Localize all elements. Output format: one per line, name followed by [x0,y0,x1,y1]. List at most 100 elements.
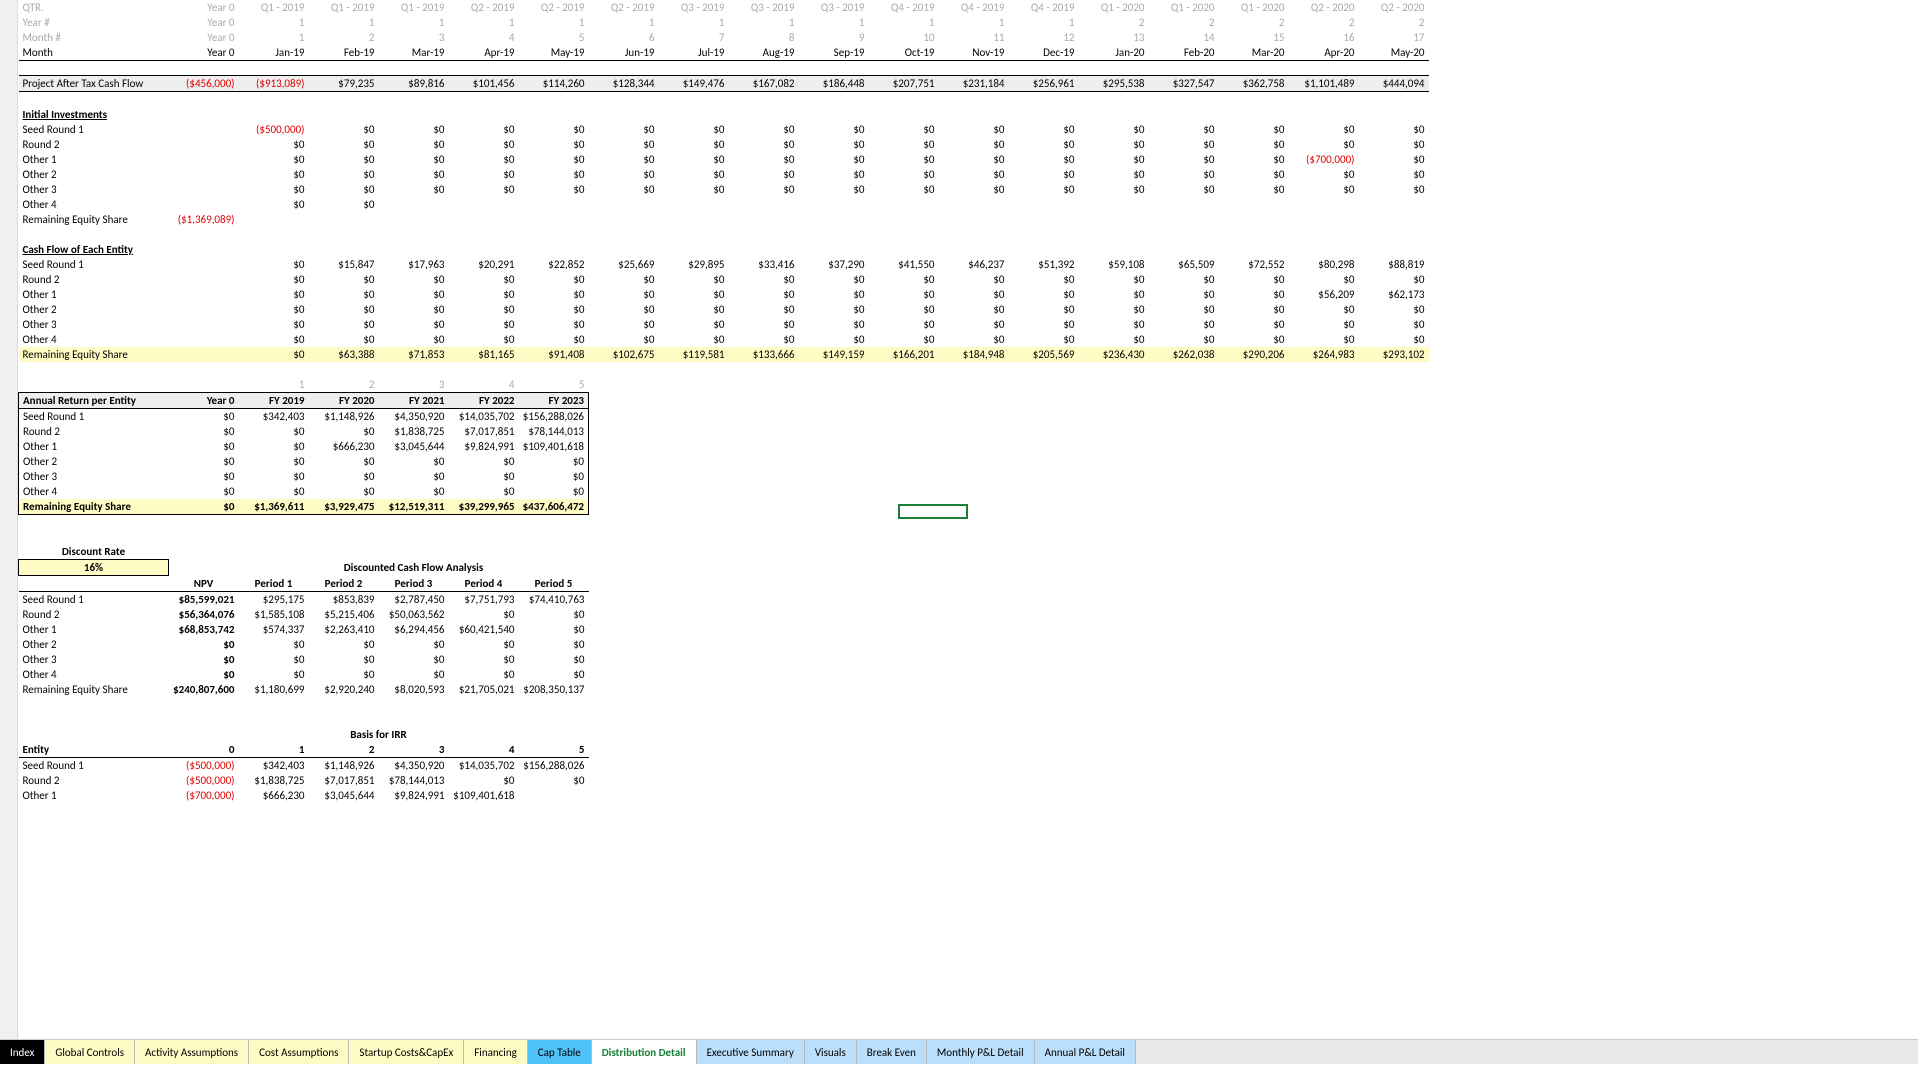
cell[interactable]: $0 [1079,272,1149,287]
cell[interactable]: $0 [1219,332,1289,347]
annual-value[interactable]: $0 [449,454,519,469]
annual-value[interactable]: $0 [449,484,519,499]
dcf-header[interactable]: Period 2 [309,576,379,592]
cell[interactable]: $0 [449,182,519,197]
dcf-value[interactable]: $0 [309,637,379,652]
cell[interactable]: $0 [309,317,379,332]
patcf-value[interactable]: $186,448 [799,76,869,92]
cell[interactable]: $0 [729,182,799,197]
dcf-header[interactable]: NPV [169,576,239,592]
annual-value[interactable]: $109,401,618 [519,439,589,454]
header-monthnum[interactable]: 17 [1359,30,1429,45]
annual-header[interactable]: FY 2019 [239,392,309,408]
dcf-value[interactable]: $0 [379,667,449,682]
cell[interactable]: $62,173 [1359,287,1429,302]
cell[interactable]: $0 [1219,152,1289,167]
remaining-value[interactable]: $0 [239,347,309,362]
cell[interactable]: $0 [519,182,589,197]
cell[interactable]: $0 [589,152,659,167]
sheet-tab-activity-assumptions[interactable]: Activity Assumptions [135,1040,249,1064]
patcf-value[interactable]: $101,456 [449,76,519,92]
annual-value[interactable]: $0 [239,439,309,454]
dcf-value[interactable]: $0 [519,607,589,622]
cell[interactable]: $0 [1359,137,1429,152]
header-year[interactable]: 2 [1079,15,1149,30]
cell[interactable]: $0 [799,272,869,287]
sheet-tab-cost-assumptions[interactable]: Cost Assumptions [249,1040,349,1064]
cell[interactable]: $0 [869,122,939,137]
dcf-header[interactable]: Period 4 [449,576,519,592]
dcf-value[interactable]: $0 [519,652,589,667]
cell[interactable] [519,197,589,212]
header-year[interactable]: 1 [939,15,1009,30]
header-monthnum[interactable]: Month # [19,30,169,45]
cell[interactable]: $0 [1149,272,1219,287]
cell[interactable]: $0 [659,167,729,182]
irr-header[interactable]: 4 [449,742,519,758]
cell[interactable]: $0 [939,317,1009,332]
cell[interactable]: $0 [449,317,519,332]
remaining-value[interactable]: $262,038 [1149,347,1219,362]
cell[interactable]: $0 [1079,332,1149,347]
cell[interactable]: $0 [1289,302,1359,317]
annual-value[interactable]: $0 [309,424,379,439]
cell[interactable]: $0 [1009,152,1079,167]
cell[interactable]: $0 [239,152,309,167]
patcf-value[interactable]: $444,094 [1359,76,1429,92]
sheet-tab-visuals[interactable]: Visuals [805,1040,857,1064]
cell[interactable]: $0 [309,122,379,137]
cell[interactable]: $0 [1219,182,1289,197]
remaining-value[interactable] [169,347,239,362]
header-qtr[interactable]: Q1 - 2020 [1079,0,1149,15]
remaining-value[interactable]: $264,983 [1289,347,1359,362]
dcf-value[interactable]: $85,599,021 [169,591,239,607]
header-qtr[interactable]: Q4 - 2019 [869,0,939,15]
cell[interactable]: ($700,000) [1289,152,1359,167]
cell[interactable]: $0 [799,167,869,182]
dcf-value[interactable]: $2,263,410 [309,622,379,637]
cell[interactable]: $0 [659,317,729,332]
cell[interactable]: $0 [729,137,799,152]
irr-header[interactable]: Entity [19,742,169,758]
cell[interactable]: $0 [309,167,379,182]
cell[interactable]: $0 [1219,122,1289,137]
dcf-value[interactable]: $1,585,108 [239,607,309,622]
header-qtr[interactable]: Q1 - 2020 [1219,0,1289,15]
annual-value[interactable]: $1,148,926 [309,408,379,424]
header-year[interactable]: 1 [309,15,379,30]
annual-value[interactable]: $0 [519,484,589,499]
dcf-value[interactable]: $0 [239,667,309,682]
cell[interactable] [169,332,239,347]
cell[interactable] [1009,197,1079,212]
cell[interactable]: $0 [379,332,449,347]
cell[interactable]: $0 [449,167,519,182]
dcf-value[interactable]: $208,350,137 [519,682,589,697]
cell[interactable]: $0 [449,302,519,317]
cell[interactable]: $0 [799,317,869,332]
annual-row-label[interactable]: Other 4 [19,484,169,499]
remaining-value[interactable]: $81,165 [449,347,519,362]
cell[interactable] [449,197,519,212]
cell[interactable]: $0 [519,152,589,167]
remaining-value[interactable]: $184,948 [939,347,1009,362]
row-label[interactable]: Other 1 [19,152,169,167]
cell[interactable]: $0 [1219,287,1289,302]
annual-remaining-value[interactable]: $39,299,965 [449,499,519,515]
dcf-value[interactable]: $0 [449,652,519,667]
cell[interactable]: $0 [1149,122,1219,137]
cell[interactable] [659,197,729,212]
cell[interactable]: $0 [1009,272,1079,287]
dcf-header[interactable]: Period 3 [379,576,449,592]
annual-header[interactable]: FY 2023 [519,392,589,408]
patcf-value[interactable]: ($913,089) [239,76,309,92]
cell[interactable]: $0 [239,287,309,302]
irr-value[interactable]: $0 [519,773,589,788]
patcf-value[interactable]: $167,082 [729,76,799,92]
header-year[interactable]: 1 [1009,15,1079,30]
irr-value[interactable]: $666,230 [239,788,309,803]
cell[interactable]: $17,963 [379,257,449,272]
cell[interactable]: $0 [939,137,1009,152]
header-monthnum[interactable]: Year 0 [169,30,239,45]
cell[interactable] [1219,197,1289,212]
cell[interactable]: $25,669 [589,257,659,272]
